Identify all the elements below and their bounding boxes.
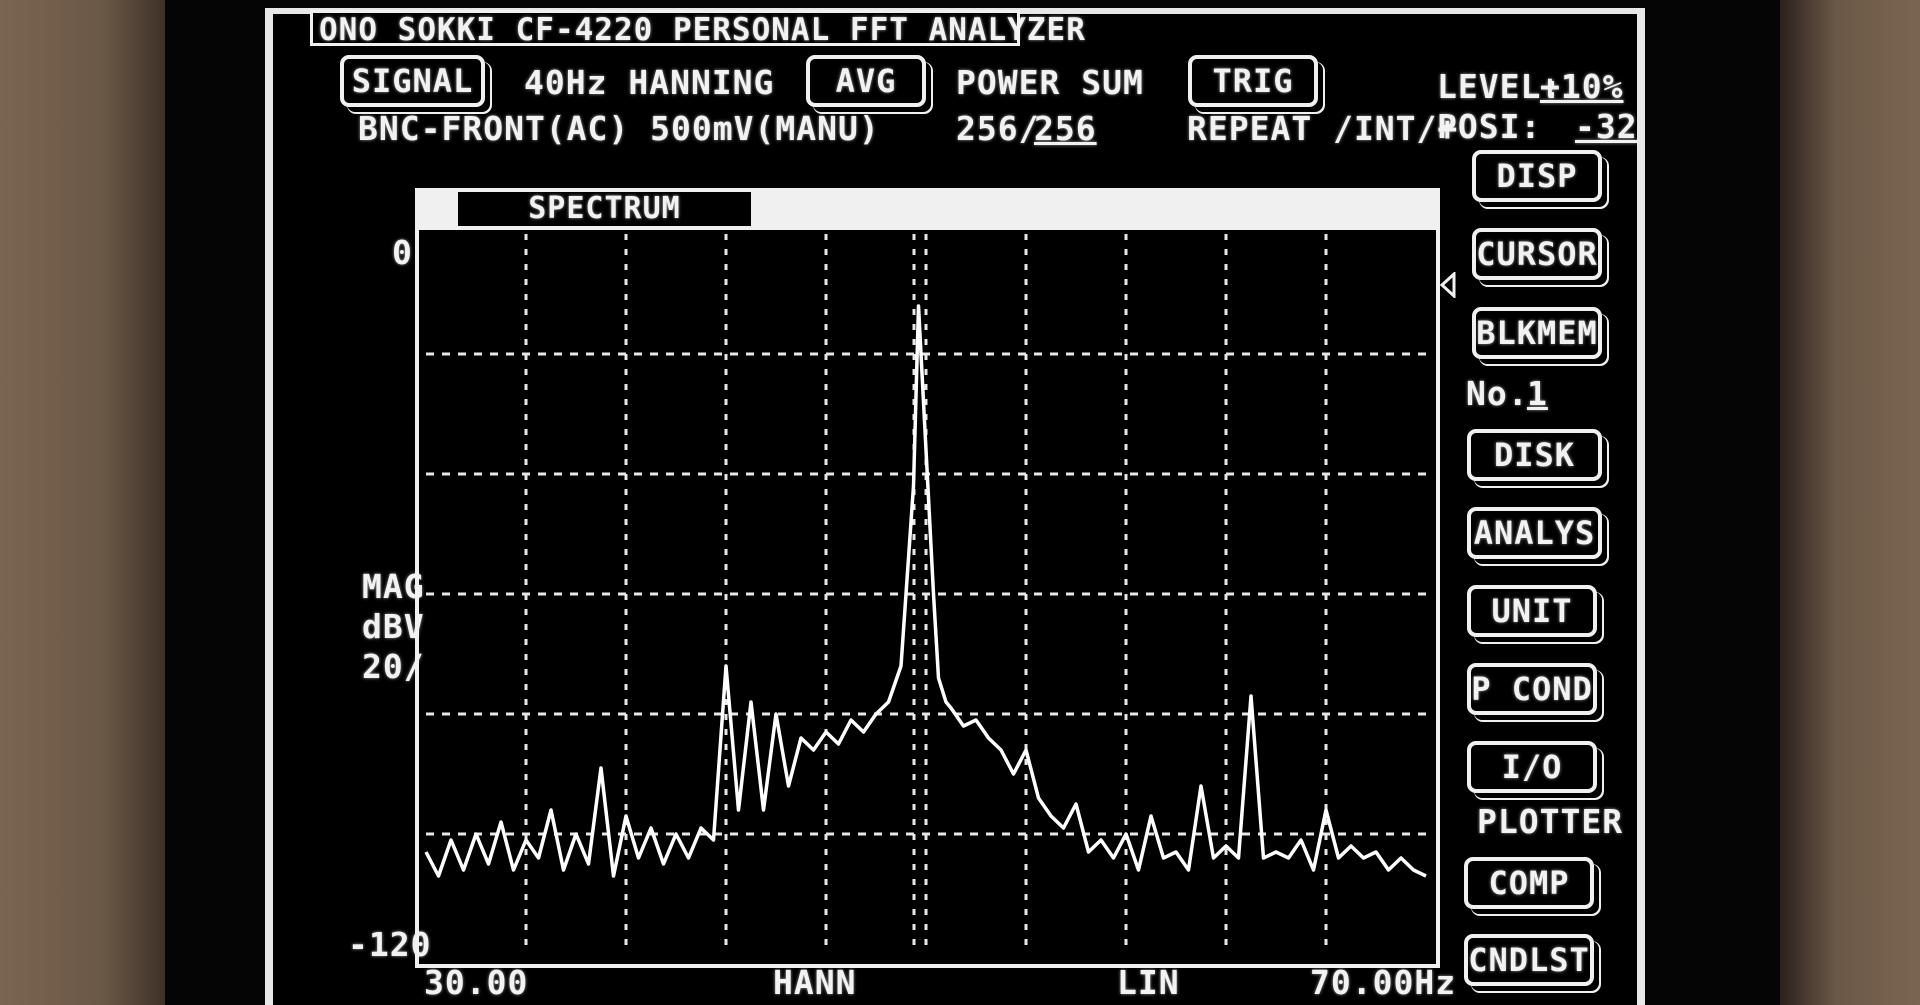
y-unit-mag: MAG <box>362 567 425 606</box>
plot-grid <box>426 234 1426 954</box>
disk-button[interactable]: DISK <box>1467 429 1602 481</box>
signal-button[interactable]: SIGNAL <box>340 55 485 107</box>
title-bar: ONO SOKKI CF-4220 PERSONAL FFT ANALYZER <box>310 10 1085 46</box>
block-number-label: No. <box>1466 374 1529 413</box>
plotter-label: PLOTTER <box>1477 802 1624 841</box>
posi-value[interactable]: -32 <box>1575 110 1638 143</box>
level-marker-icon <box>1439 272 1456 298</box>
signal-input: BNC-FRONT(AC) 500mV(MANU) <box>358 109 880 148</box>
trig-button[interactable]: TRIG <box>1188 55 1318 107</box>
level-value[interactable]: +10% <box>1540 70 1623 103</box>
posi-label: POSI: <box>1437 107 1542 146</box>
io-button[interactable]: I/O <box>1467 741 1597 793</box>
cursor-button[interactable]: CURSOR <box>1472 228 1602 280</box>
unit-button[interactable]: UNIT <box>1467 585 1597 637</box>
avg-count-target[interactable]: 256 <box>1034 112 1097 145</box>
blkmem-button[interactable]: BLKMEM <box>1472 307 1602 359</box>
y-unit-dbv: dBV <box>362 607 425 646</box>
disp-button[interactable]: DISP <box>1472 150 1602 202</box>
p-cond-button[interactable]: P COND <box>1467 663 1597 715</box>
avg-mode: POWER SUM <box>956 63 1144 102</box>
x-axis-end-label: 70.00Hz <box>1310 963 1457 1002</box>
x-axis-scale-label: LIN <box>1117 963 1180 1002</box>
analys-button[interactable]: ANALYS <box>1467 507 1602 559</box>
trig-mode: REPEAT /INT/+ <box>1187 109 1459 148</box>
spectrum-plot <box>424 234 1427 954</box>
monitor-bezel-right <box>1780 0 1920 1005</box>
avg-button[interactable]: AVG <box>806 55 926 107</box>
y-axis-top-label: 0 <box>392 233 413 272</box>
y-unit-scale: 20/ <box>362 647 425 686</box>
y-axis-bottom-label: -120 <box>348 925 432 964</box>
cndlst-button[interactable]: CNDLST <box>1464 934 1594 986</box>
signal-range-window: 40Hz HANNING <box>524 63 775 102</box>
block-number-value[interactable]: 1 <box>1527 377 1548 410</box>
x-axis-start-label: 30.00 <box>424 963 529 1002</box>
avg-count-current: 256/ <box>956 109 1040 148</box>
comp-button[interactable]: COMP <box>1464 857 1594 909</box>
monitor-bezel-left <box>0 0 170 1005</box>
x-axis-window-label: HANN <box>773 963 857 1002</box>
app-title: ONO SOKKI CF-4220 PERSONAL FFT ANALYZER <box>319 12 1086 48</box>
